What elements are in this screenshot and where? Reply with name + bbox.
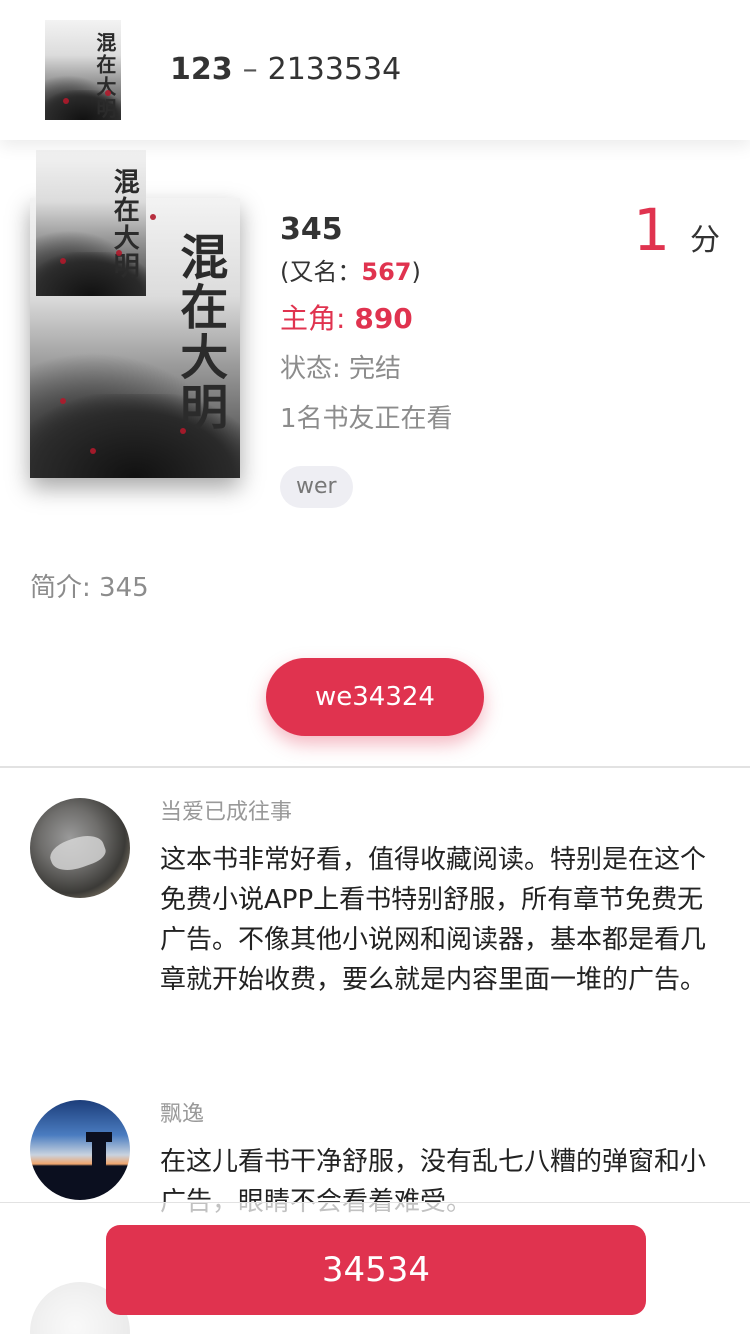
bottom-primary-button[interactable]: 34534 [106, 1225, 646, 1315]
book-tag[interactable]: wer [280, 466, 353, 508]
header-book-thumbnail[interactable]: 混在大明 [45, 20, 121, 120]
read-button[interactable]: we34324 [266, 658, 484, 736]
book-readers-count: 1名书友正在看 [280, 404, 453, 434]
alias-suffix: ) [411, 258, 421, 286]
header-title-part-b: 2133534 [267, 52, 402, 87]
book-status: 状态: 完结 [280, 354, 402, 384]
cover-calligraphy: 混在大明 [171, 231, 228, 432]
alias-prefix: (又名： [280, 258, 362, 286]
lead-label: 主角: [280, 302, 355, 335]
lead-value: 890 [354, 302, 413, 335]
book-score: 1 分 [633, 200, 720, 260]
book-info: 345 (又名：567) 主角: 890 状态: 完结 1名书友正在看 wer [280, 210, 580, 508]
comment-username: 当爱已成往事 [160, 800, 293, 825]
book-title: 345 [280, 212, 343, 247]
top-header: 混在大明 123–2133534 [0, 0, 750, 140]
book-alias: (又名：567) [280, 254, 580, 290]
header-title-dash: – [242, 52, 258, 87]
book-cover-small[interactable]: 混在大明 [36, 150, 146, 296]
alias-value: 567 [361, 258, 412, 286]
bottom-action-bar: 34534 [0, 1202, 750, 1334]
book-intro: 简介: 345 [30, 573, 149, 603]
section-divider [0, 766, 750, 768]
cover-calligraphy: 混在大明 [109, 167, 140, 280]
comment-username: 飘逸 [160, 1102, 205, 1127]
score-unit: 分 [690, 223, 720, 258]
header-title-part-a: 123 [170, 52, 233, 87]
book-protagonist: 主角: 890 [280, 300, 580, 338]
score-value: 1 [633, 196, 670, 264]
comment-text: 这本书非常好看，值得收藏阅读。特别是在这个免费小说APP上看书特别舒服，所有章节… [160, 845, 707, 995]
cover-calligraphy: 混在大明 [92, 32, 117, 120]
avatar[interactable] [30, 1100, 130, 1200]
avatar[interactable] [30, 798, 130, 898]
header-title: 123–2133534 [170, 50, 401, 90]
